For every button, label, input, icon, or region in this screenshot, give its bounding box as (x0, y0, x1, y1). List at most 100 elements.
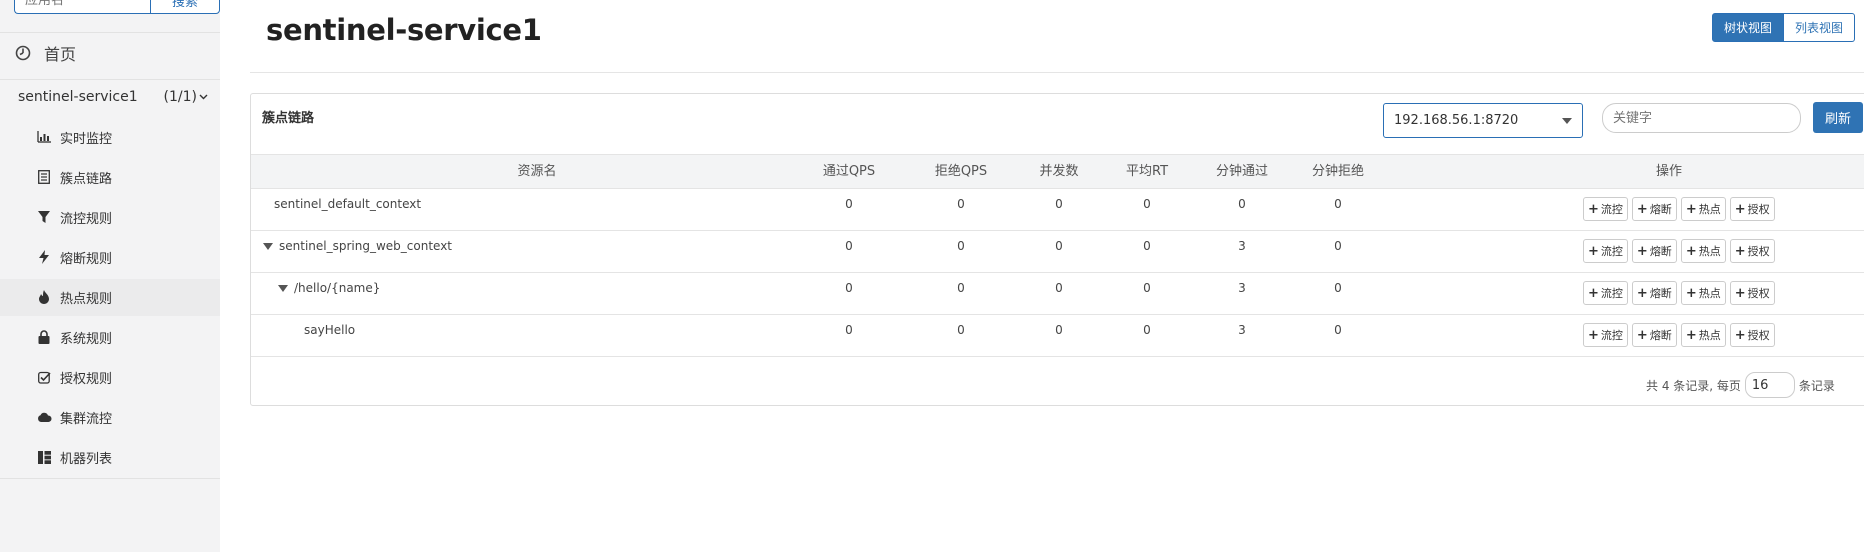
table-row: sentinel_default_context 0 0 0 0 0 0 + 流控… (251, 189, 1864, 231)
resource-name: sentinel_default_context (274, 197, 422, 211)
sidebar-item-label: 机器列表 (60, 451, 113, 467)
add-flow-rule-button[interactable]: + 流控 (1583, 197, 1628, 221)
table-header: 资源名 通过QPS 拒绝QPS 并发数 平均RT 分钟通过 分钟拒绝 操作 (251, 154, 1864, 189)
keyword-search-input[interactable] (1602, 103, 1801, 133)
plus-icon: + (1734, 327, 1746, 343)
list-icon (36, 169, 52, 185)
sidebar: 搜索 首页 sentinel-service1 (1/1) 实时监控 簇点链路 … (0, 0, 220, 552)
minute-block-cell: 0 (1334, 239, 1342, 253)
sidebar-item-label: 簇点链路 (60, 171, 113, 187)
add-flow-rule-button[interactable]: + 流控 (1583, 323, 1628, 347)
sidebar-item-machine-list[interactable]: 机器列表 (36, 444, 112, 470)
row-actions: + 流控 + 熔断 + 热点 + 授权 (1583, 323, 1775, 347)
sidebar-item-degrade-rules[interactable]: 熔断规则 (36, 244, 112, 270)
divider (0, 32, 220, 33)
block-qps-cell: 0 (957, 281, 965, 295)
app-search-button[interactable]: 搜索 (150, 0, 220, 14)
pass-qps-cell: 0 (845, 197, 853, 211)
column-header-resource: 资源名 (517, 164, 557, 179)
plus-icon: + (1588, 201, 1599, 217)
add-auth-rule-button[interactable]: + 授权 (1729, 281, 1775, 305)
sidebar-item-cluster-link[interactable]: 簇点链路 (36, 164, 112, 190)
table-row: /hello/{name} 0 0 0 0 3 0 + 流控 + 熔断 + 热点 + 授… (251, 273, 1864, 315)
sidebar-item-label: 系统规则 (60, 331, 113, 347)
add-degrade-rule-button[interactable]: + 熔断 (1631, 323, 1677, 347)
table-row: sentinel_spring_web_context 0 0 0 0 3 0 … (251, 231, 1864, 273)
page-title: sentinel-service1 (266, 13, 542, 47)
add-flow-rule-button[interactable]: + 流控 (1583, 281, 1628, 305)
resource-panel: 簇点链路 192.168.56.1:8720 刷新 资源名 通过QPS 拒绝QP… (250, 93, 1864, 406)
expand-triangle-icon[interactable] (263, 243, 273, 250)
bolt-icon (36, 249, 52, 265)
add-degrade-rule-button[interactable]: + 熔断 (1631, 197, 1677, 221)
divider (0, 478, 220, 479)
sidebar-item-realtime-monitor[interactable]: 实时监控 (36, 124, 112, 150)
chevron-down-icon (199, 91, 208, 104)
app-name: sentinel-service1 (18, 89, 138, 105)
sidebar-item-hotspot-rules[interactable]: 热点规则 (36, 284, 112, 310)
cloud-icon (36, 409, 52, 425)
minute-block-cell: 0 (1334, 323, 1342, 337)
sidebar-item-cluster-flow[interactable]: 集群流控 (36, 404, 112, 430)
app-search-input[interactable] (14, 0, 150, 14)
sidebar-item-system-rules[interactable]: 系统规则 (36, 324, 112, 350)
minute-pass-cell: 0 (1238, 197, 1246, 211)
sidebar-app-sentinel-service1[interactable]: sentinel-service1 (1/1) (18, 85, 208, 109)
add-degrade-rule-button[interactable]: + 熔断 (1631, 239, 1677, 263)
list-view-button[interactable]: 列表视图 (1784, 13, 1856, 42)
lock-icon (36, 329, 52, 345)
pagination-suffix-text: 条记录 (1798, 378, 1835, 393)
add-hotspot-rule-button[interactable]: + 热点 (1680, 239, 1726, 263)
add-degrade-rule-button[interactable]: + 熔断 (1631, 281, 1677, 305)
grid-icon (36, 449, 52, 465)
tree-view-button[interactable]: 树状视图 (1712, 13, 1785, 42)
app-search: 搜索 (14, 0, 220, 16)
table-row: sayHello 0 0 0 0 3 0 + 流控 + 熔断 + 热点 + 授权 (251, 315, 1864, 357)
block-qps-cell: 0 (957, 197, 965, 211)
pagination: 共 4 条记录, 每页 条记录 (1646, 372, 1835, 398)
plus-icon: + (1588, 285, 1599, 301)
sidebar-item-home-label: 首页 (44, 45, 77, 64)
panel-title: 簇点链路 (262, 111, 315, 126)
add-auth-rule-button[interactable]: + 授权 (1729, 239, 1775, 263)
sidebar-item-label: 授权规则 (60, 371, 113, 387)
column-header-avg-rt: 平均RT (1125, 164, 1169, 179)
sidebar-item-label: 集群流控 (60, 411, 113, 427)
refresh-button[interactable]: 刷新 (1813, 102, 1863, 133)
plus-icon: + (1636, 243, 1648, 259)
column-header-concurrency: 并发数 (1039, 164, 1079, 179)
machine-select[interactable]: 192.168.56.1:8720 (1383, 103, 1583, 138)
expand-triangle-icon[interactable] (278, 285, 288, 292)
plus-icon: + (1734, 243, 1746, 259)
resource-name[interactable]: /hello/{name} (278, 273, 380, 303)
plus-icon: + (1685, 243, 1697, 259)
add-hotspot-rule-button[interactable]: + 热点 (1680, 197, 1726, 221)
add-hotspot-rule-button[interactable]: + 热点 (1680, 281, 1726, 305)
add-flow-rule-button[interactable]: + 流控 (1583, 239, 1628, 263)
page-size-input[interactable] (1744, 372, 1795, 398)
machine-select-value: 192.168.56.1:8720 (1394, 113, 1519, 128)
avg-rt-cell: 0 (1143, 197, 1151, 211)
sidebar-item-flow-rules[interactable]: 流控规则 (36, 204, 112, 230)
minute-pass-cell: 3 (1238, 281, 1246, 295)
pass-qps-cell: 0 (845, 239, 853, 253)
view-toggle: 树状视图 列表视图 (1712, 13, 1856, 42)
plus-icon: + (1734, 285, 1746, 301)
minute-pass-cell: 3 (1238, 323, 1246, 337)
avg-rt-cell: 0 (1143, 239, 1151, 253)
add-auth-rule-button[interactable]: + 授权 (1729, 197, 1775, 221)
plus-icon: + (1588, 243, 1599, 259)
dashboard-icon (14, 44, 32, 62)
plus-icon: + (1636, 201, 1648, 217)
plus-icon: + (1734, 201, 1746, 217)
sidebar-item-auth-rules[interactable]: 授权规则 (36, 364, 112, 390)
resource-name[interactable]: sentinel_spring_web_context (263, 231, 452, 261)
plus-icon: + (1685, 201, 1697, 217)
divider (250, 72, 1864, 73)
concurrency-cell: 0 (1055, 323, 1063, 337)
sidebar-item-home[interactable]: 首页 (14, 40, 76, 66)
add-hotspot-rule-button[interactable]: + 热点 (1680, 323, 1726, 347)
check-icon (36, 369, 52, 385)
add-auth-rule-button[interactable]: + 授权 (1729, 323, 1775, 347)
row-actions: + 流控 + 熔断 + 热点 + 授权 (1583, 239, 1775, 263)
